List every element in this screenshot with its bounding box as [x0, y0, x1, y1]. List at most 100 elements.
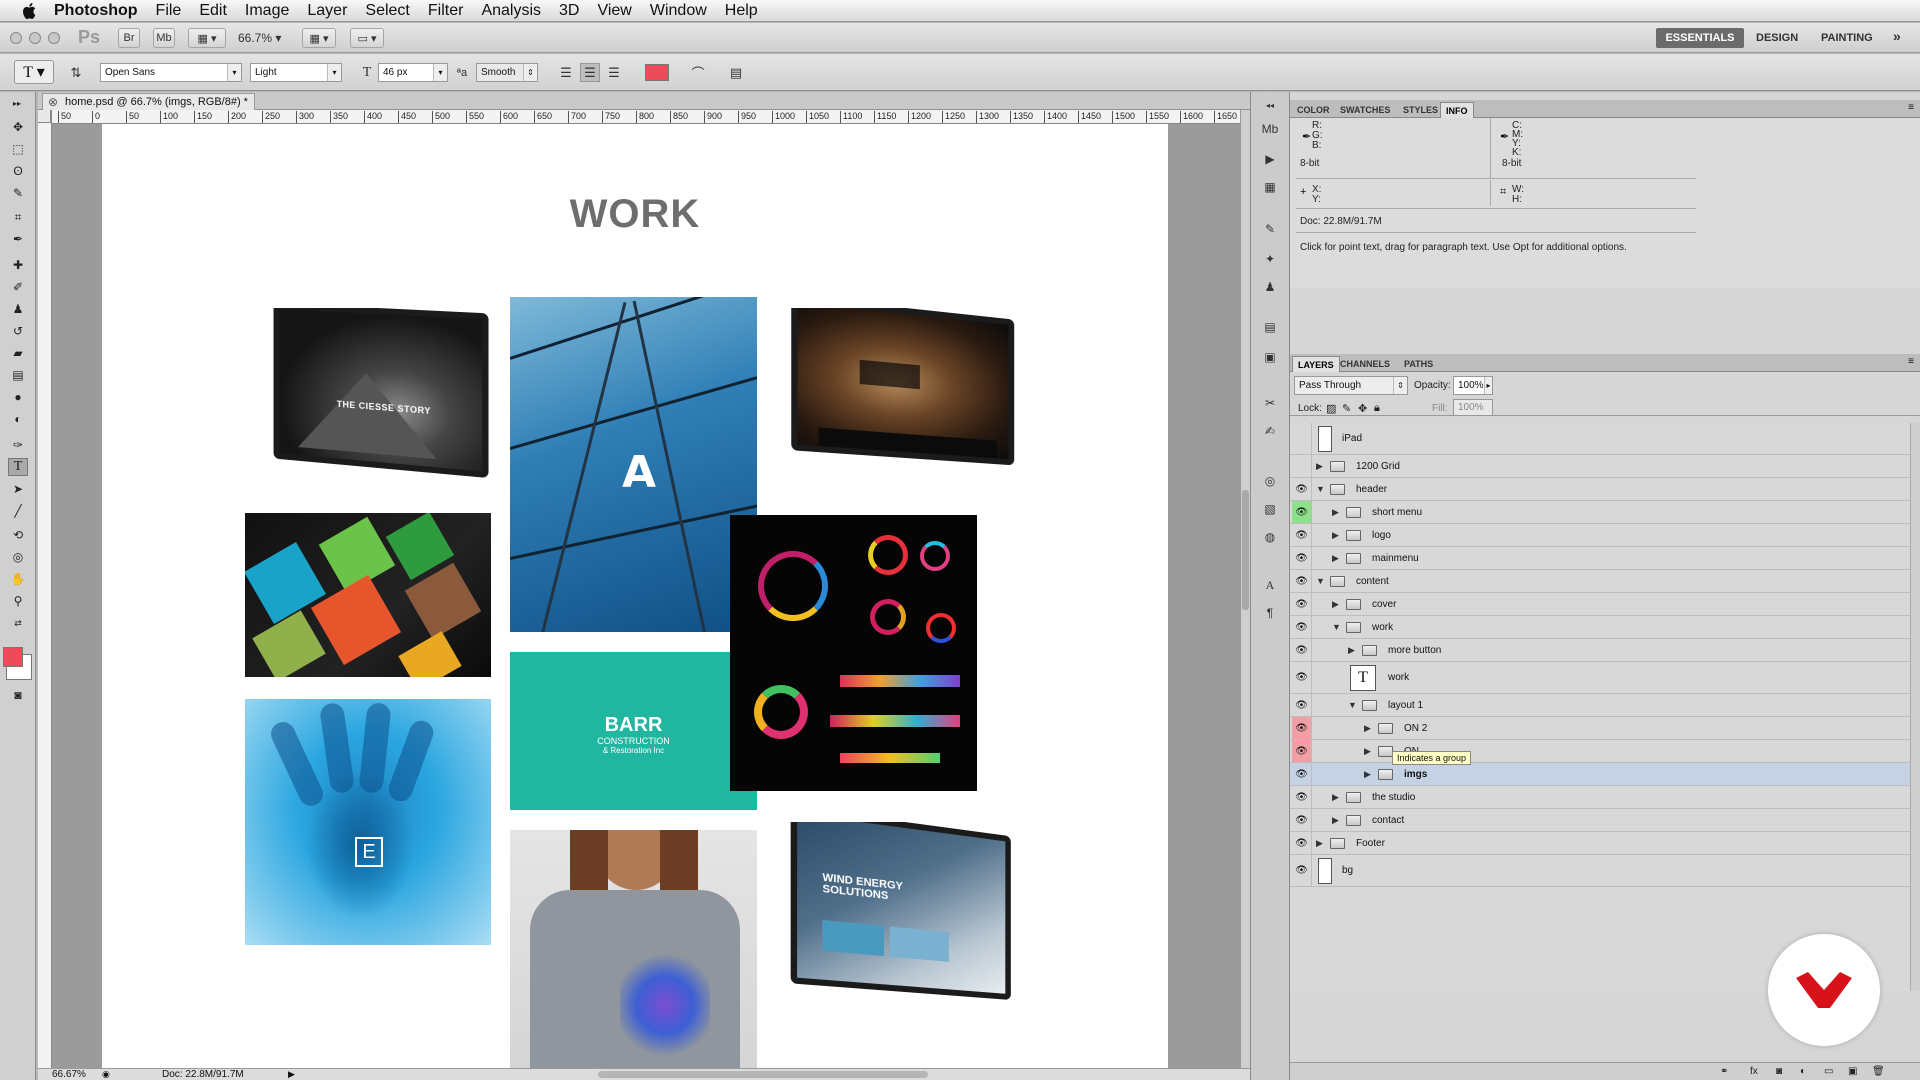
tab-channels[interactable]: CHANNELS — [1335, 356, 1395, 372]
eye-icon[interactable]: 👁︎ — [1292, 832, 1312, 854]
collapse-tools-icon[interactable]: ▸▸ — [2, 94, 32, 112]
tab-color[interactable]: COLOR — [1292, 102, 1335, 118]
menu-select[interactable]: Select — [365, 2, 409, 20]
lock-position-icon[interactable]: ✥ — [1358, 402, 1367, 415]
menu-window[interactable]: Window — [650, 2, 707, 20]
collapsed-arrow-icon[interactable]: ▶ — [1332, 507, 1339, 518]
adjustment-layer-icon[interactable]: ◐ — [1800, 1066, 1806, 1077]
ruler-origin[interactable] — [38, 110, 51, 123]
layer-row[interactable]: 👁︎ ▶ the studio — [1290, 786, 1910, 809]
antialias-select[interactable]: Smooth ⇕ — [476, 63, 538, 82]
text-orientation-icon[interactable]: ⇅ — [66, 63, 86, 82]
foreground-color-swatch[interactable] — [3, 647, 23, 667]
tool-presets-icon[interactable]: ✂ — [1260, 394, 1280, 412]
layer-row[interactable]: 👁︎ ▶ logo — [1290, 524, 1910, 547]
launch-minibridge-button[interactable]: Mb — [153, 28, 175, 48]
collapsed-arrow-icon[interactable]: ▶ — [1364, 746, 1371, 757]
lock-transparent-icon[interactable]: ▨ — [1326, 402, 1336, 415]
eye-icon[interactable]: 👁︎ — [1292, 478, 1312, 500]
close-tab-icon[interactable]: ⊗ — [48, 95, 58, 109]
opacity-field[interactable]: 100% ▸ — [1453, 376, 1493, 395]
adjustments-icon[interactable]: ▧ — [1260, 500, 1280, 518]
collapsed-arrow-icon[interactable]: ▶ — [1348, 645, 1355, 656]
zoom-tool-icon[interactable]: ⚲ — [8, 592, 28, 610]
menu-image[interactable]: Image — [245, 2, 289, 20]
eye-icon[interactable]: 👁︎ — [1292, 524, 1312, 546]
layer-row[interactable]: 👁︎ ▶ cover — [1290, 593, 1910, 616]
layer-row[interactable]: 👁︎▶ON — [1290, 740, 1910, 763]
scrollbar-thumb[interactable] — [1242, 490, 1249, 610]
crop-tool-icon[interactable]: ⌗ — [8, 208, 28, 226]
zoom-level-menu[interactable]: 66.7% ▾ — [238, 31, 281, 45]
collapsed-arrow-icon[interactable]: ▶ — [1316, 461, 1323, 472]
path-selection-tool-icon[interactable]: ➤ — [8, 480, 28, 498]
layer-row[interactable]: 👁︎ ▼ content — [1290, 570, 1910, 593]
collapsed-arrow-icon[interactable]: ▶ — [1332, 553, 1339, 564]
3d-rotate-tool-icon[interactable]: ⟲ — [8, 526, 28, 544]
eye-icon[interactable]: 👁︎ — [1292, 570, 1312, 592]
tab-swatches[interactable]: SWATCHES — [1335, 102, 1395, 118]
actions-panel-icon[interactable]: ▣ — [1260, 348, 1280, 366]
screen-mode-button[interactable]: ▭ ▾ — [350, 28, 384, 48]
history-panel-icon[interactable]: ▤ — [1260, 318, 1280, 336]
quick-selection-tool-icon[interactable]: ✎ — [8, 184, 28, 202]
panel-menu-icon[interactable]: ≡ — [1908, 102, 1914, 113]
document-canvas[interactable]: WORK THE CIESSE STORY E A BARR CONSTRUCT… — [102, 124, 1168, 1068]
clone-source-icon[interactable]: ♟ — [1260, 278, 1280, 296]
layer-row[interactable]: 👁︎ bg — [1290, 855, 1910, 887]
menu-filter[interactable]: Filter — [428, 2, 464, 20]
lasso-tool-icon[interactable]: ʘ — [8, 162, 28, 180]
type-tool-icon[interactable]: T — [8, 458, 28, 476]
expanded-arrow-icon[interactable]: ▼ — [1316, 484, 1325, 494]
launch-bridge-button[interactable]: Br — [118, 28, 140, 48]
minimize-window-button[interactable] — [29, 32, 41, 44]
expanded-arrow-icon[interactable]: ▼ — [1348, 700, 1357, 710]
eye-icon[interactable]: 👁︎ — [1292, 547, 1312, 569]
dodge-tool-icon[interactable]: ◐ — [8, 410, 28, 428]
marquee-tool-icon[interactable]: ⬚ — [8, 140, 28, 158]
center-text-icon[interactable]: ☰ — [580, 63, 600, 82]
align-left-text-icon[interactable]: ☰ — [556, 63, 576, 82]
arrange-documents-button[interactable]: ▦ ▾ — [302, 28, 336, 48]
layer-row[interactable]: 👁︎ ▶ short menu — [1290, 501, 1910, 524]
apple-icon[interactable] — [18, 2, 40, 20]
eye-icon[interactable]: 👁︎ — [1292, 639, 1312, 661]
warp-text-icon[interactable]: ⌒ — [688, 63, 708, 82]
font-style-select[interactable]: Light ▾ — [250, 63, 342, 82]
character-panel-icon[interactable]: A — [1260, 576, 1280, 594]
menu-3d[interactable]: 3D — [559, 2, 579, 20]
delete-layer-icon[interactable]: 🗑︎ — [1872, 1066, 1885, 1077]
layer-row[interactable]: 👁︎ ▼ layout 1 — [1290, 694, 1910, 717]
blend-mode-select[interactable]: Pass Through ⇕ — [1294, 376, 1408, 395]
close-window-button[interactable] — [10, 32, 22, 44]
menu-analysis[interactable]: Analysis — [481, 2, 541, 20]
layer-row[interactable]: ▶ 1200 Grid — [1290, 455, 1910, 478]
menu-view[interactable]: View — [597, 2, 631, 20]
eye-icon[interactable]: 👁︎ — [1292, 740, 1312, 762]
document-vertical-scrollbar[interactable] — [1240, 110, 1250, 1068]
tab-layers[interactable]: LAYERS — [1292, 356, 1340, 372]
eyedropper-tool-icon[interactable]: ✒ — [8, 230, 28, 248]
lock-all-icon[interactable]: 🔒︎ — [1374, 402, 1380, 415]
paragraph-panel-icon[interactable]: ¶ — [1260, 604, 1280, 622]
clone-stamp-tool-icon[interactable]: ♟ — [8, 300, 28, 318]
eye-icon[interactable]: 👁︎ — [1292, 593, 1312, 615]
menu-help[interactable]: Help — [725, 2, 758, 20]
eye-icon[interactable]: 👁︎ — [1292, 717, 1312, 739]
tab-paths[interactable]: PATHS — [1399, 356, 1438, 372]
eye-icon[interactable] — [1292, 423, 1312, 454]
fill-field[interactable]: 100% — [1453, 399, 1493, 416]
workspace-painting-button[interactable]: PAINTING — [1821, 32, 1873, 44]
measurement-log-icon[interactable]: ▦ — [1260, 178, 1280, 196]
horizontal-ruler[interactable]: 50 0 50 100 150 200 250 300 350 400 450 500 550 600 65… — [52, 110, 1240, 124]
link-layers-icon[interactable]: ⚭ — [1720, 1066, 1728, 1077]
collapsed-arrow-icon[interactable]: ▶ — [1332, 530, 1339, 541]
eye-icon[interactable]: 👁︎ — [1292, 662, 1312, 693]
brush-presets-icon[interactable]: ✦ — [1260, 250, 1280, 268]
pen-tool-icon[interactable]: ✑ — [8, 436, 28, 454]
eye-icon[interactable]: 👁︎ — [1292, 616, 1312, 638]
lock-image-icon[interactable]: ✎ — [1342, 402, 1351, 415]
brush-tool-icon[interactable]: ✐ — [8, 278, 28, 296]
extras-menu-button[interactable]: ▦ ▾ — [188, 28, 226, 48]
new-group-icon[interactable]: ▭ — [1824, 1066, 1833, 1077]
